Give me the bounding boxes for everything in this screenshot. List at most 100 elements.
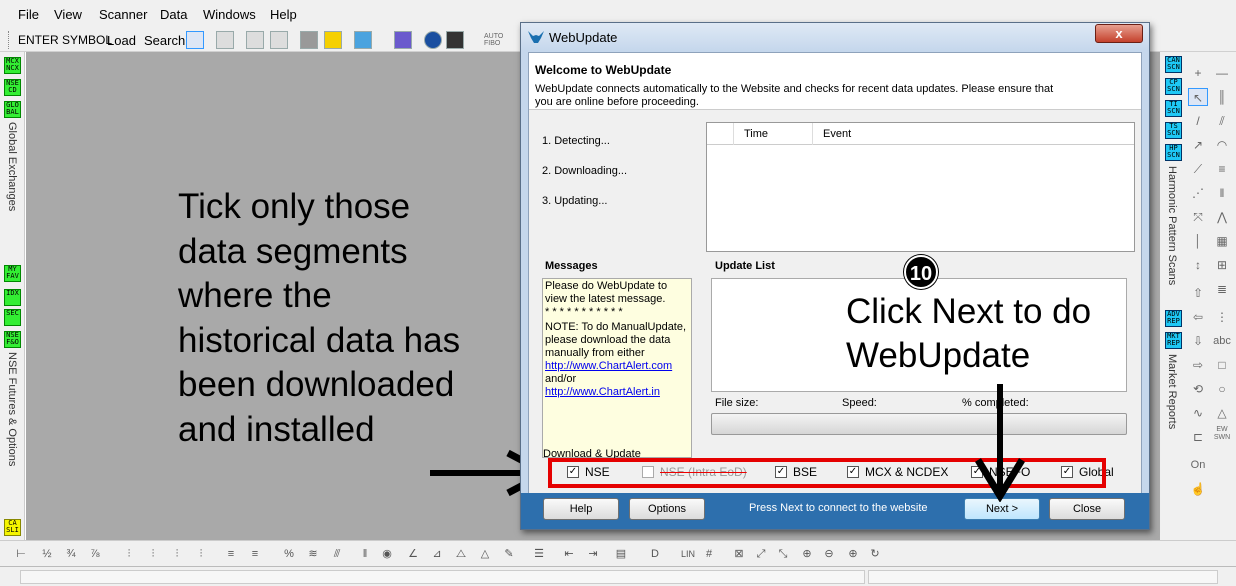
cursor-tool-icon[interactable]: ☝ <box>1188 480 1208 498</box>
fib-time-tool-icon[interactable]: ‖ <box>1212 184 1232 202</box>
num-b-icon[interactable]: ¾ <box>62 545 80 563</box>
circle-icon[interactable]: ◉ <box>378 545 396 563</box>
mcx-ncx-button[interactable]: MCX NCX <box>4 57 21 74</box>
ellipse-tool-icon[interactable]: ○ <box>1212 380 1232 398</box>
candle-d-icon[interactable]: ⫶ <box>192 545 210 563</box>
shape-c-icon[interactable]: △ <box>476 545 494 563</box>
pct-icon[interactable]: % <box>280 545 298 563</box>
pattern-tool-icon[interactable]: ⋰ <box>1188 184 1208 202</box>
print-icon[interactable] <box>246 31 264 49</box>
auto-fibo-button[interactable]: AUTO FIBO <box>484 33 503 47</box>
steps-tool-icon[interactable]: ⋮ <box>1212 308 1232 326</box>
shape-b-icon[interactable]: ⧍ <box>452 545 470 563</box>
sec-button[interactable]: SEC <box>4 309 21 326</box>
menu-view[interactable]: View <box>54 7 82 22</box>
box-tool-icon[interactable]: ⊞ <box>1212 256 1232 274</box>
menu-help[interactable]: Help <box>270 7 297 22</box>
gann-fan-tool-icon[interactable]: ⋀ <box>1212 208 1232 226</box>
globe-icon[interactable] <box>424 31 442 49</box>
menu-file[interactable]: File <box>18 7 39 22</box>
on-toggle[interactable]: On <box>1188 456 1208 474</box>
load-button[interactable]: Load <box>107 33 136 48</box>
vol-icon[interactable]: ⊢ <box>12 545 30 563</box>
list-b-icon[interactable]: ≡ <box>246 545 264 563</box>
search-button[interactable]: Search <box>144 33 185 48</box>
network-icon[interactable] <box>394 31 412 49</box>
andrews-tool-icon[interactable]: ⤧ <box>1188 208 1208 226</box>
channel-tool-icon[interactable]: ⫽ <box>1212 112 1232 130</box>
hp-scn-button[interactable]: HP SCN <box>1165 144 1182 161</box>
export-a-icon[interactable]: ⇤ <box>560 545 578 563</box>
pointer-tool-icon[interactable]: ↖ <box>1188 88 1208 106</box>
hline-tool-icon[interactable]: — <box>1212 64 1232 82</box>
arrow-up-tool-icon[interactable]: ⇧ <box>1188 284 1208 302</box>
cp-scn-button[interactable]: CP SCN <box>1165 78 1182 95</box>
ts-scn-button[interactable]: TS SCN <box>1165 122 1182 139</box>
measure-tool-icon[interactable]: ↕ <box>1188 256 1208 274</box>
bars-icon[interactable]: ‖ <box>356 545 374 563</box>
save-icon[interactable] <box>216 31 234 49</box>
arrow-right-tool-icon[interactable]: ⇨ <box>1188 356 1208 374</box>
my-tools-icon[interactable] <box>354 31 372 49</box>
nse-cd-button[interactable]: NSE CD <box>4 79 21 96</box>
fib-fan-tool-icon[interactable]: ≡ <box>1212 160 1232 178</box>
arrow-left-tool-icon[interactable]: ⇦ <box>1188 308 1208 326</box>
grid-icon[interactable]: # <box>700 545 718 563</box>
menu-windows[interactable]: Windows <box>203 7 256 22</box>
adv-rep-button[interactable]: ADV REP <box>1165 310 1182 327</box>
chartalert-in-link[interactable]: http://www.ChartAlert.in <box>545 386 660 398</box>
label-tool-icon[interactable]: ⊏ <box>1188 428 1208 446</box>
fit-icon[interactable]: ⊠ <box>730 545 748 563</box>
draw-icon[interactable]: D <box>646 545 664 563</box>
triangle-tool-icon[interactable]: △ <box>1212 404 1232 422</box>
time-column-header[interactable]: Time <box>744 128 768 140</box>
options-button[interactable]: Options <box>629 498 705 520</box>
wave-b-icon[interactable]: ⫻ <box>328 545 346 563</box>
shape-a-icon[interactable]: ⊿ <box>428 545 446 563</box>
refresh-icon[interactable]: ↻ <box>866 545 884 563</box>
zoom-in-icon[interactable]: ⊕ <box>844 545 862 563</box>
num-c-icon[interactable]: ⅞ <box>86 545 104 563</box>
candle-c-icon[interactable]: ⫶ <box>168 545 186 563</box>
ew-swn-tool[interactable]: EW SWN <box>1212 426 1232 444</box>
enter-symbol-button[interactable]: ENTER SYMBOL <box>18 33 112 47</box>
wave-tool-icon[interactable]: ∿ <box>1188 404 1208 422</box>
global-button[interactable]: GLO BAL <box>4 101 21 118</box>
menu-scanner[interactable]: Scanner <box>99 7 147 22</box>
chartalert-com-link[interactable]: http://www.ChartAlert.com <box>545 360 672 372</box>
candle-b-icon[interactable]: ⫶ <box>144 545 162 563</box>
text-tool[interactable]: abc <box>1212 332 1232 350</box>
nse-fo-button[interactable]: NSE F&O <box>4 331 21 348</box>
rectangle-tool-icon[interactable]: □ <box>1212 356 1232 374</box>
report-icon[interactable]: ☰ <box>530 545 548 563</box>
grid-tool-icon[interactable]: ▦ <box>1212 232 1232 250</box>
abc-icon[interactable]: ✎ <box>500 545 518 563</box>
trendline-tool-icon[interactable]: / <box>1188 112 1208 130</box>
collapse-icon[interactable]: ⤡ <box>774 545 792 563</box>
mkt-rep-button[interactable]: MKT REP <box>1165 332 1182 349</box>
ray-tool-icon[interactable]: ↗ <box>1188 136 1208 154</box>
close-window-icon[interactable]: x <box>1095 24 1143 43</box>
menu-data[interactable]: Data <box>160 7 187 22</box>
pattern-icon[interactable]: ▤ <box>612 545 630 563</box>
my-fav-button[interactable]: MY FAV <box>4 265 21 282</box>
ti-scn-button[interactable]: TI SCN <box>1165 100 1182 117</box>
list-a-icon[interactable]: ≡ <box>222 545 240 563</box>
vline-tool-icon[interactable]: │ <box>1188 232 1208 250</box>
num-a-icon[interactable]: ½ <box>38 545 56 563</box>
crosshair-tool-icon[interactable]: + <box>1188 64 1208 82</box>
zoom-icon[interactable]: ⊕ <box>798 545 816 563</box>
indicator-icon[interactable] <box>324 31 342 49</box>
arc-tool-icon[interactable]: ◠ <box>1212 136 1232 154</box>
help-button[interactable]: Help <box>543 498 619 520</box>
print-preview-icon[interactable] <box>270 31 288 49</box>
lin-icon[interactable]: LIN <box>676 545 700 563</box>
ca-sli-button[interactable]: CA SLI <box>4 519 21 536</box>
zoom-out-icon[interactable]: ⊖ <box>820 545 838 563</box>
can-scn-button[interactable]: CAN SCN <box>1165 56 1182 73</box>
idx-button[interactable]: IDX <box>4 289 21 306</box>
angle-icon[interactable]: ∠ <box>404 545 422 563</box>
levels-tool-icon[interactable]: ≣ <box>1212 280 1232 298</box>
expand-icon[interactable]: ⤢ <box>752 545 770 563</box>
wave-a-icon[interactable]: ≋ <box>304 545 322 563</box>
